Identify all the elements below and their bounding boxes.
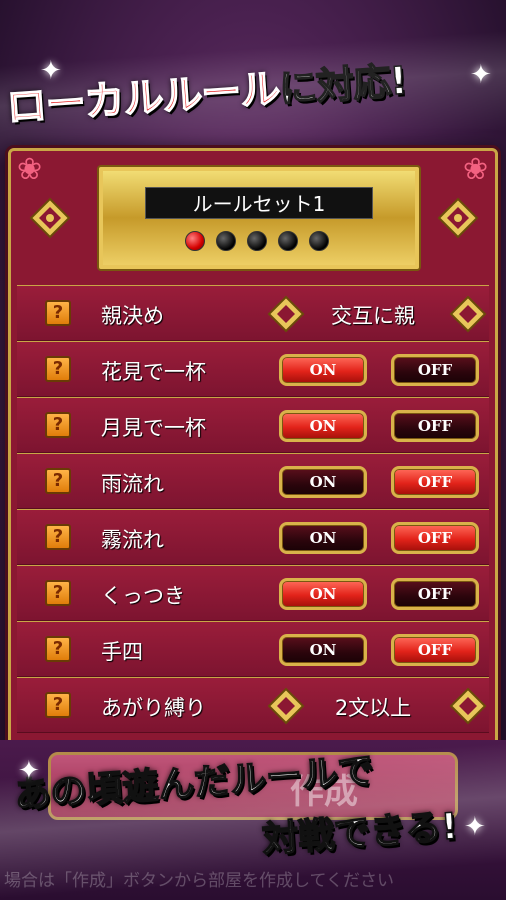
selector-value: 2文以上 bbox=[334, 696, 412, 720]
selector-prev-button[interactable] bbox=[265, 293, 307, 335]
off-button[interactable]: OFF bbox=[391, 466, 479, 498]
ruleset-name: ルールセット1 bbox=[145, 187, 373, 219]
page-dot-1[interactable] bbox=[185, 231, 205, 251]
off-button[interactable]: OFF bbox=[391, 354, 479, 386]
help-button[interactable]: ? bbox=[45, 468, 71, 494]
diamond-arrow-left-icon bbox=[267, 687, 305, 725]
ornament-arrow-right-icon bbox=[437, 197, 479, 239]
rule-row-kuttsuki: ? くっつき ON OFF bbox=[17, 565, 489, 621]
rule-label: あがり縛り bbox=[101, 696, 206, 720]
rule-list: ? 親決め 交互に親 ? 花見で一杯 ON OFF ? 月見で一杯 ON OFF… bbox=[17, 285, 489, 733]
rule-row-oyagime: ? 親決め 交互に親 bbox=[17, 285, 489, 341]
selector-next-button[interactable] bbox=[447, 685, 489, 727]
sparkle-icon: ✦ bbox=[18, 756, 40, 786]
rule-row-hanami: ? 花見で一杯 ON OFF bbox=[17, 341, 489, 397]
rules-panel: ❀ ❀ ルールセット1 ? 親決め 交互に親 ? 花見で一杯 ON OFF ? … bbox=[8, 148, 498, 748]
rule-label: 手四 bbox=[101, 640, 143, 664]
on-button[interactable]: ON bbox=[279, 410, 367, 442]
rule-row-ame: ? 雨流れ ON OFF bbox=[17, 453, 489, 509]
rule-label: 雨流れ bbox=[101, 472, 164, 496]
selector-next-button[interactable] bbox=[447, 293, 489, 335]
off-button[interactable]: OFF bbox=[391, 634, 479, 666]
diamond-arrow-right-icon bbox=[449, 687, 487, 725]
ornament-arrow-left-icon bbox=[29, 197, 71, 239]
off-button[interactable]: OFF bbox=[391, 578, 479, 610]
off-button[interactable]: OFF bbox=[391, 410, 479, 442]
page-dot-2[interactable] bbox=[216, 231, 236, 251]
page-dot-5[interactable] bbox=[309, 231, 329, 251]
rule-label: 月見で一杯 bbox=[101, 416, 206, 440]
next-ruleset-button[interactable] bbox=[437, 197, 479, 239]
ruleset-page-indicator bbox=[185, 231, 329, 251]
selector-prev-button[interactable] bbox=[265, 685, 307, 727]
on-button[interactable]: ON bbox=[279, 354, 367, 386]
rule-label: 霧流れ bbox=[101, 528, 164, 552]
rule-row-agari-shibari: ? あがり縛り 2文以上 bbox=[17, 677, 489, 733]
headline-white-text: に対応! bbox=[277, 58, 409, 112]
ruleset-header: ルールセット1 bbox=[97, 165, 421, 271]
screen: ローカルルールに対応! ✦ ✦ ❀ ❀ ルールセット1 ? 親決め 交互に親 ?… bbox=[0, 0, 506, 900]
diamond-arrow-right-icon bbox=[449, 295, 487, 333]
sparkle-icon: ✦ bbox=[40, 56, 62, 86]
help-button[interactable]: ? bbox=[45, 300, 71, 326]
on-button[interactable]: ON bbox=[279, 634, 367, 666]
rule-label: くっつき bbox=[101, 584, 185, 608]
page-dot-4[interactable] bbox=[278, 231, 298, 251]
sparkle-icon: ✦ bbox=[470, 60, 492, 90]
sparkle-icon: ✦ bbox=[464, 812, 486, 842]
off-button[interactable]: OFF bbox=[391, 522, 479, 554]
prev-ruleset-button[interactable] bbox=[29, 197, 71, 239]
help-button[interactable]: ? bbox=[45, 692, 71, 718]
on-button[interactable]: ON bbox=[279, 578, 367, 610]
sakura-icon: ❀ bbox=[463, 152, 489, 187]
rule-label: 花見で一杯 bbox=[101, 360, 206, 384]
on-button[interactable]: ON bbox=[279, 466, 367, 498]
help-button[interactable]: ? bbox=[45, 636, 71, 662]
help-button[interactable]: ? bbox=[45, 412, 71, 438]
sakura-icon: ❀ bbox=[17, 152, 43, 187]
rule-row-kiri: ? 霧流れ ON OFF bbox=[17, 509, 489, 565]
help-button[interactable]: ? bbox=[45, 524, 71, 550]
on-button[interactable]: ON bbox=[279, 522, 367, 554]
rule-row-teshi: ? 手四 ON OFF bbox=[17, 621, 489, 677]
diamond-arrow-left-icon bbox=[267, 295, 305, 333]
rule-row-tsukimi: ? 月見で一杯 ON OFF bbox=[17, 397, 489, 453]
rule-label: 親決め bbox=[101, 304, 164, 328]
page-dot-3[interactable] bbox=[247, 231, 267, 251]
help-button[interactable]: ? bbox=[45, 580, 71, 606]
selector-value: 交互に親 bbox=[331, 304, 415, 328]
help-button[interactable]: ? bbox=[45, 356, 71, 382]
